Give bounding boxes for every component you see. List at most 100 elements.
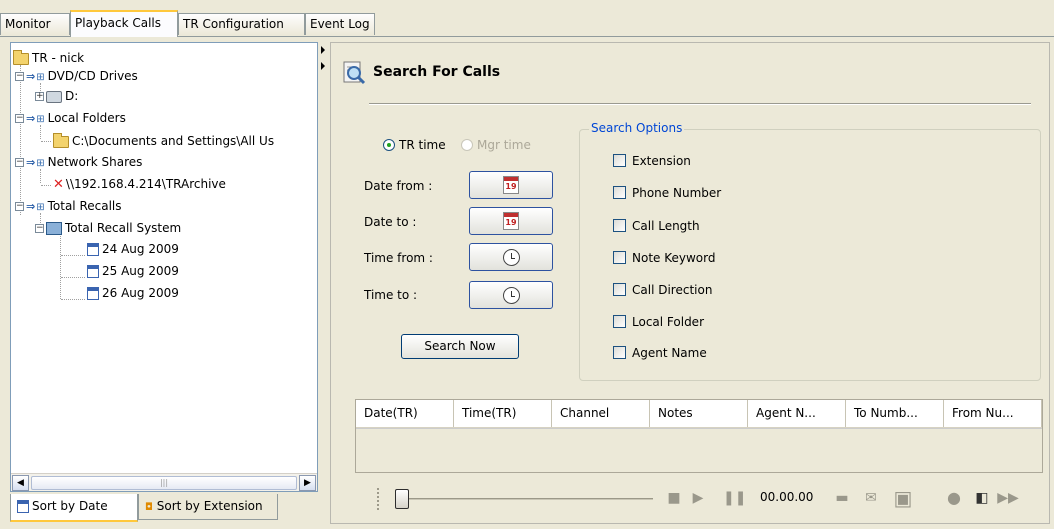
- email-icon[interactable]: ✉: [861, 490, 881, 506]
- collapse-icon[interactable]: −: [15, 158, 24, 167]
- tree-node-network-shares[interactable]: − ⇒⊞ Network Shares: [15, 153, 142, 171]
- tree-node-root[interactable]: TR - nick: [13, 49, 84, 67]
- splitter-arrow-icon: [321, 46, 325, 54]
- tree-label: 24 Aug 2009: [102, 242, 179, 256]
- checkbox-label: Note Keyword: [632, 251, 716, 265]
- scroll-thumb[interactable]: |||: [31, 476, 297, 490]
- checkbox-label: Local Folder: [632, 315, 704, 329]
- tree-node-local-path[interactable]: C:\Documents and Settings\All Us: [53, 132, 274, 150]
- tree-connector: [61, 299, 85, 300]
- tree-connector: [61, 277, 85, 278]
- tab-sort-by-extension[interactable]: ◘ Sort by Extension: [138, 494, 278, 520]
- toolbar-grip[interactable]: [377, 488, 380, 510]
- mgr-time-radio[interactable]: Mgr time: [461, 138, 531, 152]
- collapse-icon[interactable]: −: [15, 72, 24, 81]
- call-direction-checkbox[interactable]: Call Direction: [613, 283, 712, 297]
- clipboard-icon[interactable]: ▣: [891, 488, 915, 508]
- date-from-button[interactable]: 19: [469, 171, 553, 199]
- arrow-icon: ⇒: [26, 200, 36, 213]
- playback-position-slider[interactable]: [395, 489, 409, 509]
- column-header-time[interactable]: Time(TR): [454, 400, 552, 427]
- expand-icon[interactable]: +: [35, 92, 44, 101]
- play-icon[interactable]: ▶: [691, 490, 705, 506]
- checkbox-icon: [613, 186, 626, 199]
- stop-icon[interactable]: ■: [667, 490, 681, 506]
- playback-time: 00.00.00: [760, 490, 814, 504]
- tree-node-date[interactable]: 25 Aug 2009: [87, 262, 179, 280]
- tree-connector: [41, 141, 51, 142]
- radio-label: Mgr time: [477, 138, 531, 152]
- tree-label: 25 Aug 2009: [102, 264, 179, 278]
- fast-forward-icon[interactable]: ▶▶: [997, 490, 1019, 506]
- search-panel: Search For Calls TR time Mgr time Date f…: [330, 42, 1050, 524]
- tab-playback-calls[interactable]: Playback Calls: [70, 10, 178, 37]
- tree-node-date[interactable]: 24 Aug 2009: [87, 240, 179, 258]
- phone-number-checkbox[interactable]: Phone Number: [613, 186, 721, 200]
- save-icon[interactable]: ▬: [833, 490, 851, 506]
- tree-node-dvd-drives[interactable]: − ⇒⊞ DVD/CD Drives: [15, 67, 138, 85]
- collapse-icon[interactable]: −: [35, 224, 44, 233]
- tree-label: \\192.168.4.214\TRArchive: [65, 177, 226, 191]
- calendar-clock-icon: [87, 265, 99, 278]
- column-header-channel[interactable]: Channel: [552, 400, 650, 427]
- time-from-button[interactable]: [469, 243, 553, 271]
- date-to-button[interactable]: 19: [469, 207, 553, 235]
- tab-tr-configuration[interactable]: TR Configuration: [178, 13, 305, 35]
- tab-monitor[interactable]: Monitor: [0, 13, 70, 35]
- tree-node-drive-d[interactable]: + D:: [35, 87, 78, 105]
- call-length-checkbox[interactable]: Call Length: [613, 219, 700, 233]
- column-header-agent-name[interactable]: Agent N...: [748, 400, 846, 427]
- tree-connector: [40, 125, 41, 139]
- radio-icon: [461, 139, 473, 151]
- tree-connector: [61, 255, 85, 256]
- tree-node-date[interactable]: 26 Aug 2009: [87, 284, 179, 302]
- checkbox-icon: [613, 315, 626, 328]
- scroll-right-button[interactable]: ▶: [299, 475, 316, 491]
- tree-label: C:\Documents and Settings\All Us: [72, 134, 275, 148]
- calendar-clock-icon: [87, 243, 99, 256]
- scroll-left-button[interactable]: ◀: [12, 475, 29, 491]
- search-options-title: Search Options: [589, 121, 685, 135]
- column-header-to-number[interactable]: To Numb...: [846, 400, 944, 427]
- column-header-notes[interactable]: Notes: [650, 400, 748, 427]
- tree-connector: [20, 65, 21, 215]
- search-title: Search For Calls: [373, 64, 501, 80]
- search-now-button[interactable]: Search Now: [401, 334, 519, 359]
- note-keyword-checkbox[interactable]: Note Keyword: [613, 251, 715, 265]
- playback-toolbar: ■ ▶ ❚❚ 00.00.00 ▬ ✉ ▣ ● ◧ ▶▶: [375, 480, 1039, 516]
- tree-label: 26 Aug 2009: [102, 286, 179, 300]
- checkbox-icon: [613, 283, 626, 296]
- agent-name-checkbox[interactable]: Agent Name: [613, 346, 707, 360]
- folder-icon: [13, 49, 29, 65]
- extension-checkbox[interactable]: Extension: [613, 154, 691, 168]
- horizontal-scrollbar[interactable]: ◀ ||| ▶: [11, 473, 317, 491]
- extension-icon: ◘: [145, 502, 153, 513]
- tree-node-network-path[interactable]: ✕ \\192.168.4.214\TRArchive: [53, 175, 226, 193]
- tr-time-radio[interactable]: TR time: [383, 138, 446, 152]
- collapse-icon[interactable]: −: [15, 202, 24, 211]
- column-header-date[interactable]: Date(TR): [356, 400, 454, 427]
- tree-connector: [41, 185, 51, 186]
- delete-icon[interactable]: ●: [945, 490, 963, 506]
- tree-node-total-recall-system[interactable]: − Total Recall System: [35, 219, 181, 237]
- tab-event-log[interactable]: Event Log: [305, 13, 375, 35]
- tree-node-total-recalls[interactable]: − ⇒⊞ Total Recalls: [15, 197, 122, 215]
- checkbox-label: Phone Number: [632, 186, 722, 200]
- collapse-icon[interactable]: −: [15, 114, 24, 123]
- export-icon[interactable]: ◧: [973, 490, 991, 506]
- tab-sort-by-date[interactable]: Sort by Date: [10, 494, 138, 522]
- calendar-clock-icon: [87, 287, 99, 300]
- panel-splitter[interactable]: [320, 42, 326, 522]
- tree-connector: [60, 233, 61, 299]
- local-folder-checkbox[interactable]: Local Folder: [613, 315, 704, 329]
- playback-position-track[interactable]: [403, 498, 653, 500]
- disconnected-drive-icon: ✕: [53, 177, 64, 192]
- time-to-button[interactable]: [469, 281, 553, 309]
- time-to-label: Time to :: [364, 288, 418, 302]
- tree-node-local-folders[interactable]: − ⇒⊞ Local Folders: [15, 109, 126, 127]
- column-header-from-number[interactable]: From Nu...: [944, 400, 1042, 427]
- pause-icon[interactable]: ❚❚: [723, 490, 746, 506]
- network-tree-icon: ⊞: [36, 158, 45, 169]
- calendar-clock-icon: [17, 500, 29, 513]
- tree-label: Local Folders: [47, 111, 126, 125]
